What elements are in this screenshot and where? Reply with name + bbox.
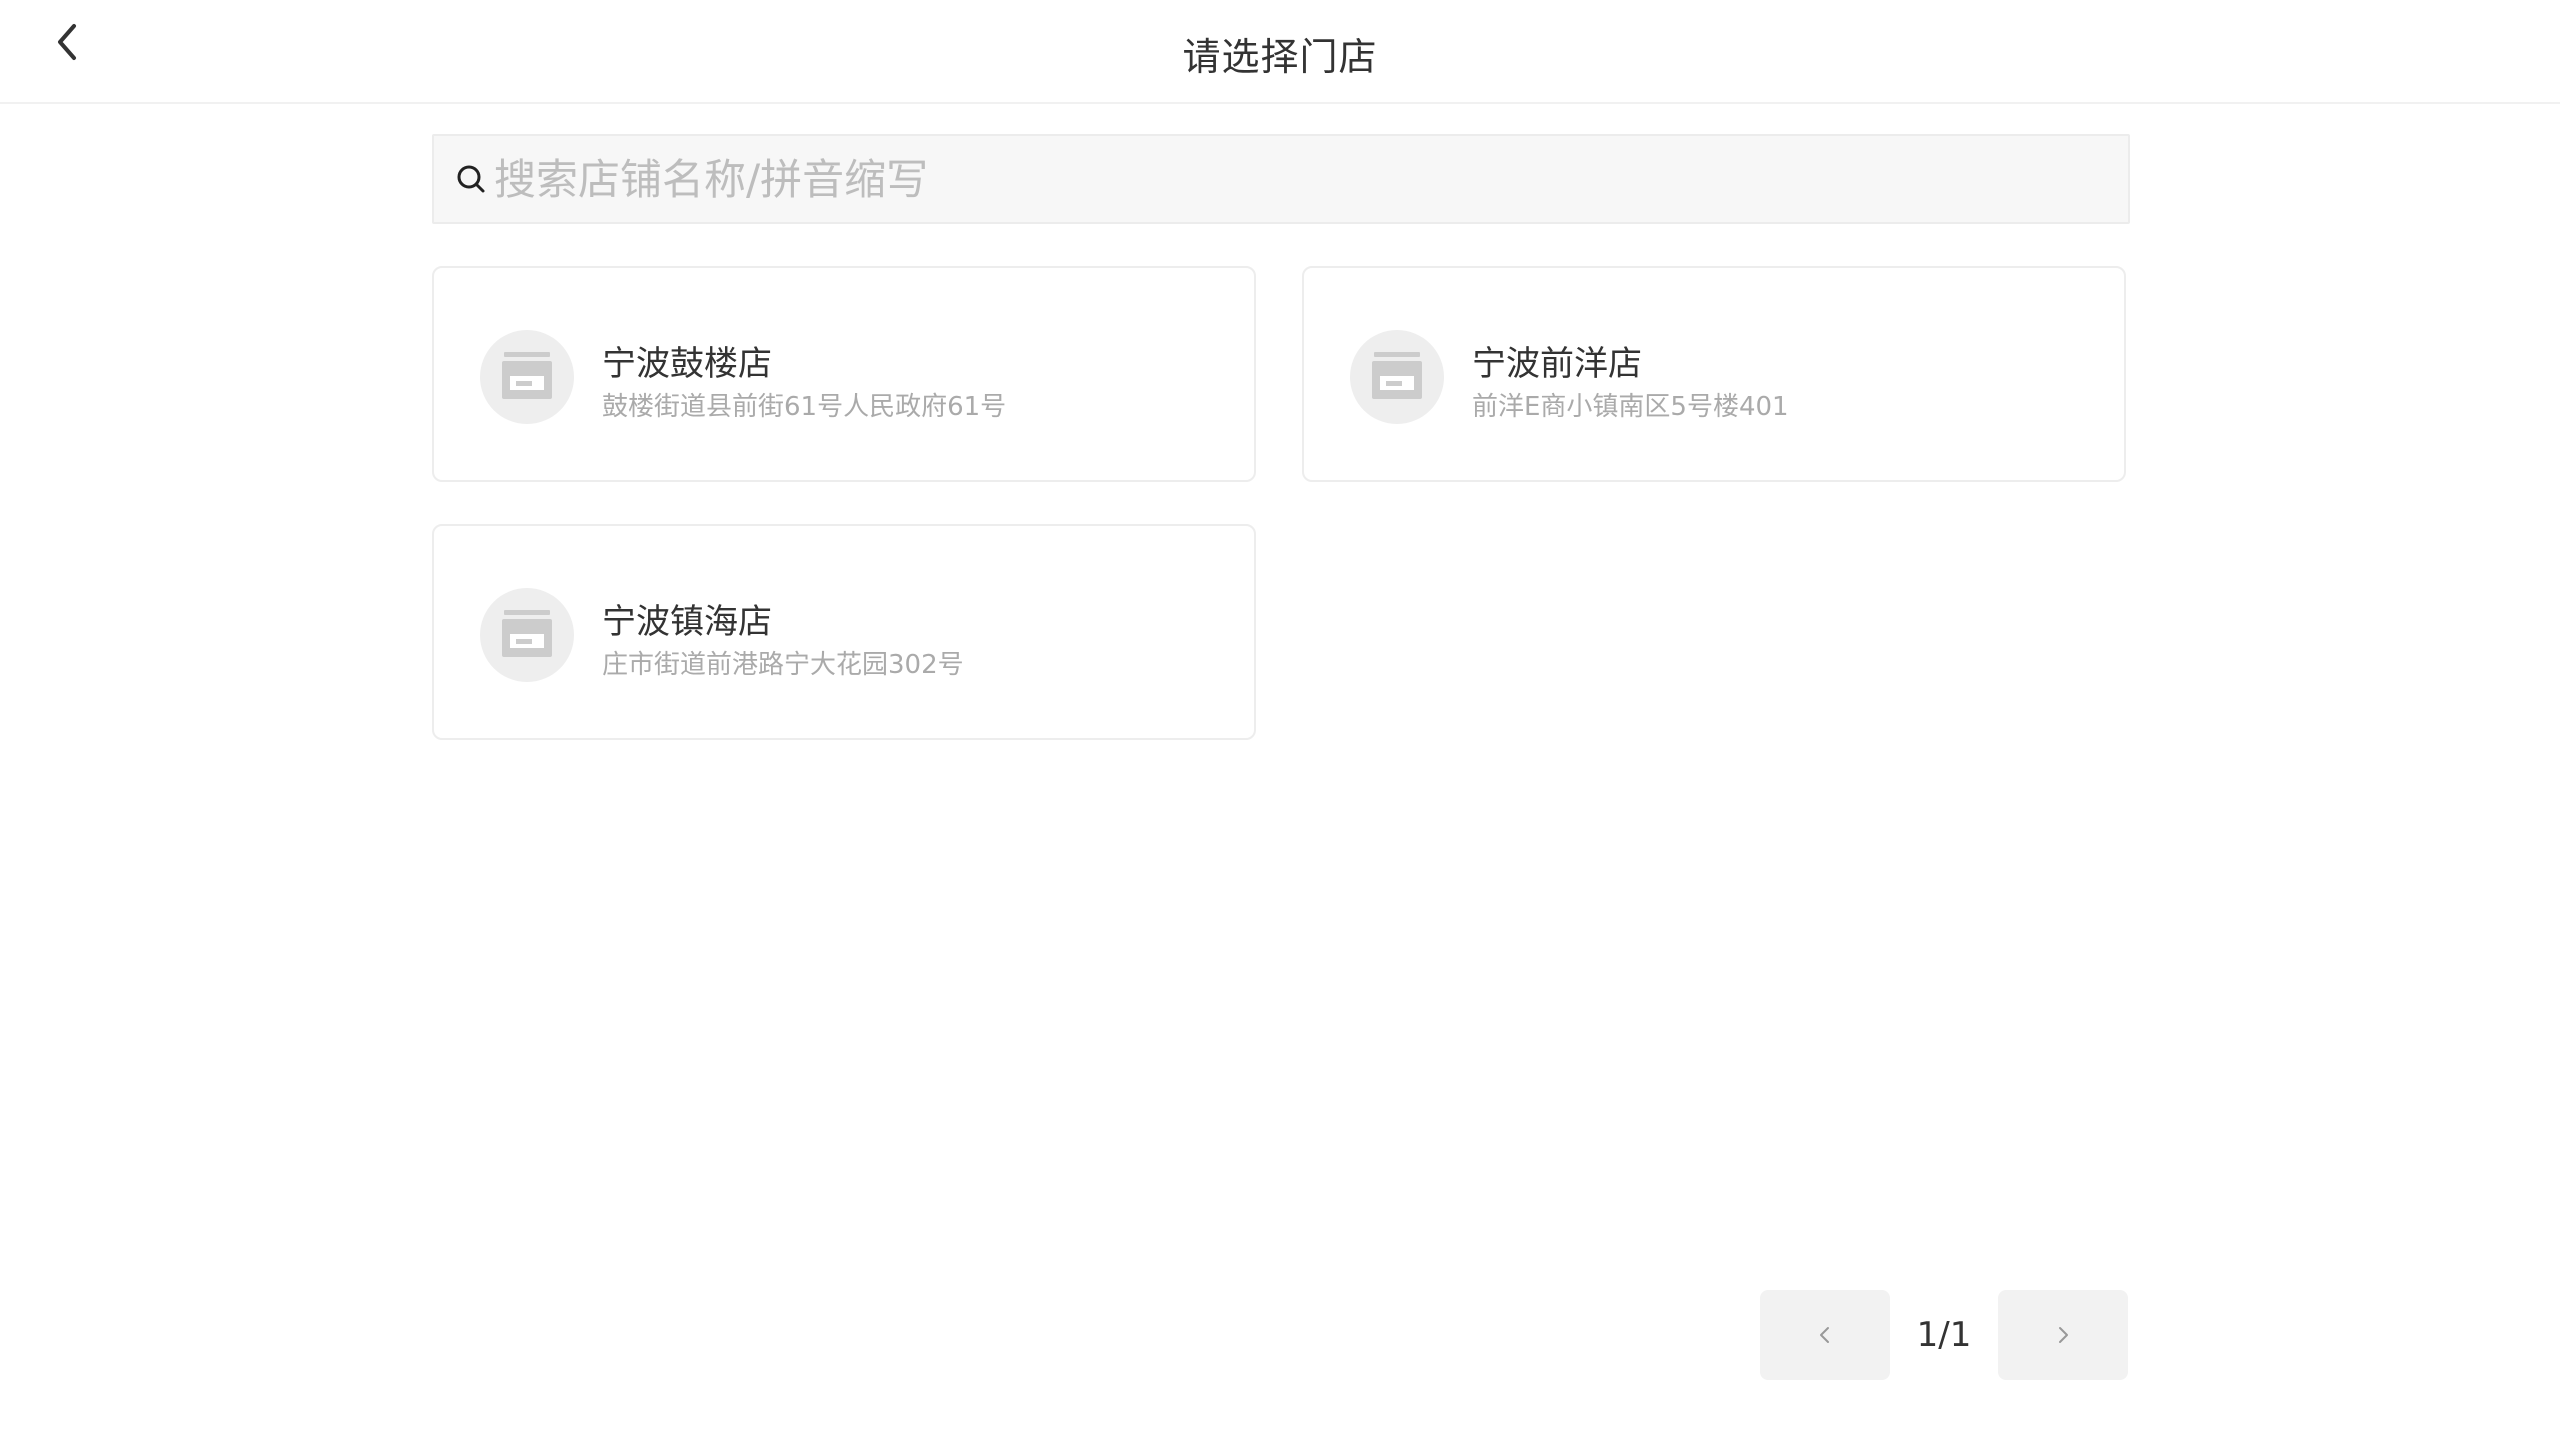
store-name: 宁波鼓楼店 — [602, 344, 772, 384]
store-card-qianyang[interactable]: 宁波前洋店 前洋E商小镇南区5号楼401 — [1302, 266, 2126, 482]
store-address: 前洋E商小镇南区5号楼401 — [1472, 392, 1789, 422]
store-icon — [480, 330, 574, 424]
store-card-zhenhai[interactable]: 宁波镇海店 庄市街道前港路宁大花园302号 — [432, 524, 1256, 740]
page-title: 请选择门店 — [1182, 35, 1378, 79]
store-address: 鼓楼街道县前街61号人民政府61号 — [602, 392, 1007, 422]
pagination: 1/1 — [1760, 1290, 2128, 1380]
store-icon — [1350, 330, 1444, 424]
search-input[interactable] — [488, 136, 2128, 222]
store-list: 宁波鼓楼店 鼓楼街道县前街61号人民政府61号 宁波前洋店 前洋E商小镇南区5号… — [432, 266, 2126, 740]
next-page-button[interactable] — [1998, 1290, 2128, 1380]
store-selection-page: 请选择门店 宁波鼓楼店 鼓楼街道县前街61号人民政府61号 — [0, 0, 2560, 1440]
header-bar: 请选择门店 — [0, 0, 2560, 104]
store-address: 庄市街道前港路宁大花园302号 — [602, 650, 964, 680]
chevron-left-icon — [1820, 1327, 1829, 1343]
store-card-gulou[interactable]: 宁波鼓楼店 鼓楼街道县前街61号人民政府61号 — [432, 266, 1256, 482]
store-name: 宁波前洋店 — [1472, 344, 1642, 384]
search-bar[interactable] — [432, 134, 2130, 224]
store-icon — [480, 588, 574, 682]
chevron-right-icon — [2059, 1327, 2068, 1343]
page-indicator: 1/1 — [1916, 1315, 1972, 1355]
search-icon — [454, 162, 488, 196]
prev-page-button[interactable] — [1760, 1290, 1890, 1380]
store-name: 宁波镇海店 — [602, 602, 772, 642]
